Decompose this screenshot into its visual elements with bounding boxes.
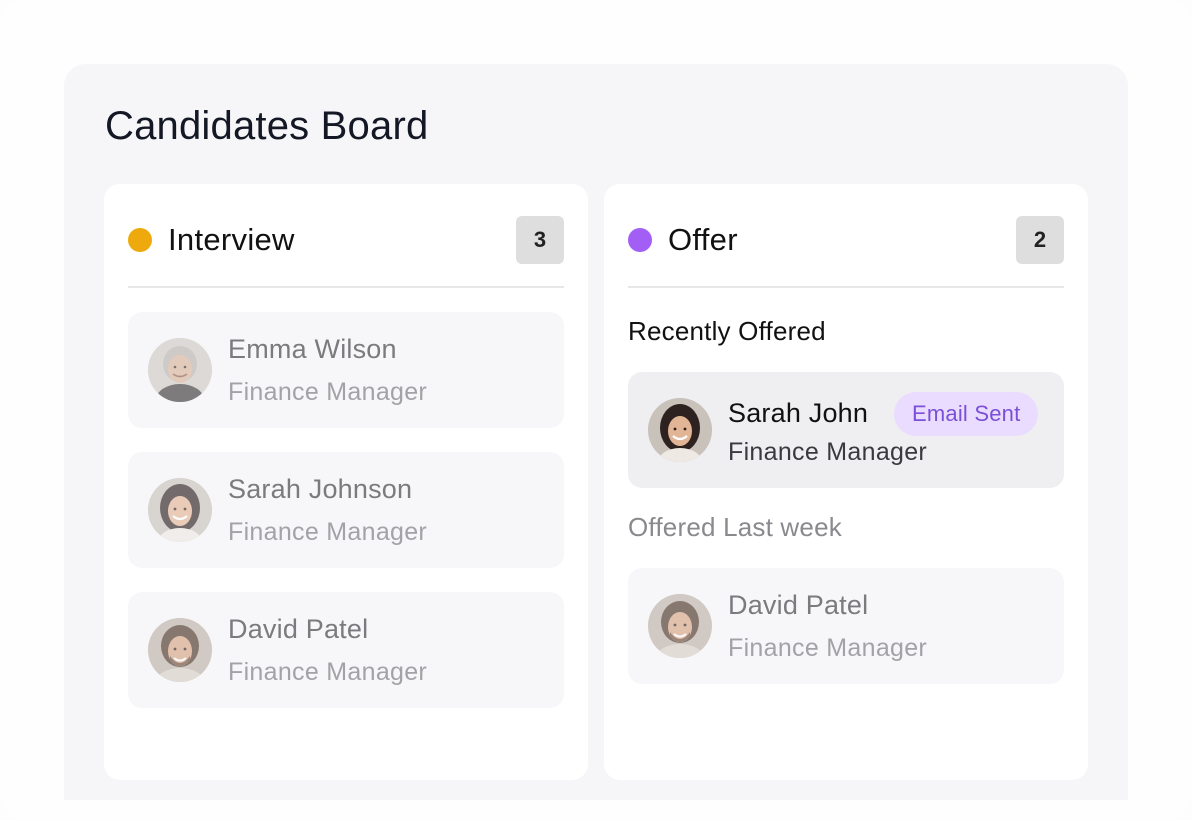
divider xyxy=(128,286,564,288)
candidate-card-david-patel[interactable]: David Patel Finance Manager xyxy=(128,592,564,708)
count-badge: 2 xyxy=(1016,216,1064,264)
candidate-name: Sarah John xyxy=(728,398,869,428)
column-header-interview: Interview 3 xyxy=(128,216,564,264)
candidate-name: Sarah Johnson xyxy=(228,474,413,504)
candidate-role: Finance Manager xyxy=(228,658,428,686)
column-interview: Interview 3 Emma Wilson Finance Manager … xyxy=(104,184,588,780)
candidate-role: Finance Manager xyxy=(228,518,428,546)
status-dot-icon xyxy=(628,228,652,252)
candidate-name: David Patel xyxy=(228,614,369,644)
status-badge: Email Sent xyxy=(894,392,1039,436)
woman-avatar xyxy=(148,478,212,542)
candidate-name: David Patel xyxy=(728,590,869,620)
candidate-card-emma-wilson[interactable]: Emma Wilson Finance Manager xyxy=(128,312,564,428)
column-title: Interview xyxy=(168,222,295,257)
section-label-offered-last-week: Offered Last week xyxy=(628,512,842,542)
candidate-role: Finance Manager xyxy=(728,634,928,662)
man-avatar xyxy=(148,618,212,682)
section-label-recently-offered: Recently Offered xyxy=(628,316,826,346)
candidate-card-sarah-john[interactable]: Sarah John Email Sent Finance Manager xyxy=(628,372,1064,488)
count-badge: 3 xyxy=(516,216,564,264)
candidate-name: Emma Wilson xyxy=(228,334,397,364)
candidate-card-sarah-johnson[interactable]: Sarah Johnson Finance Manager xyxy=(128,452,564,568)
woman-avatar xyxy=(648,398,712,462)
column-header-offer: Offer 2 xyxy=(628,216,1064,264)
candidate-card-david-patel-offer[interactable]: David Patel Finance Manager xyxy=(628,568,1064,684)
candidate-role: Finance Manager xyxy=(228,378,428,406)
divider xyxy=(628,286,1064,288)
app-window: Candidates Board Interview 3 Emma Wilson… xyxy=(0,0,1192,820)
status-dot-icon xyxy=(128,228,152,252)
column-offer: Offer 2 Recently Offered Sarah John Emai… xyxy=(604,184,1088,780)
candidate-role: Finance Manager xyxy=(728,438,928,466)
elderly-woman-avatar xyxy=(148,338,212,402)
column-title: Offer xyxy=(668,222,738,257)
candidates-board: Candidates Board Interview 3 Emma Wilson… xyxy=(64,64,1128,800)
page-title: Candidates Board xyxy=(105,104,429,148)
man-avatar xyxy=(648,594,712,658)
